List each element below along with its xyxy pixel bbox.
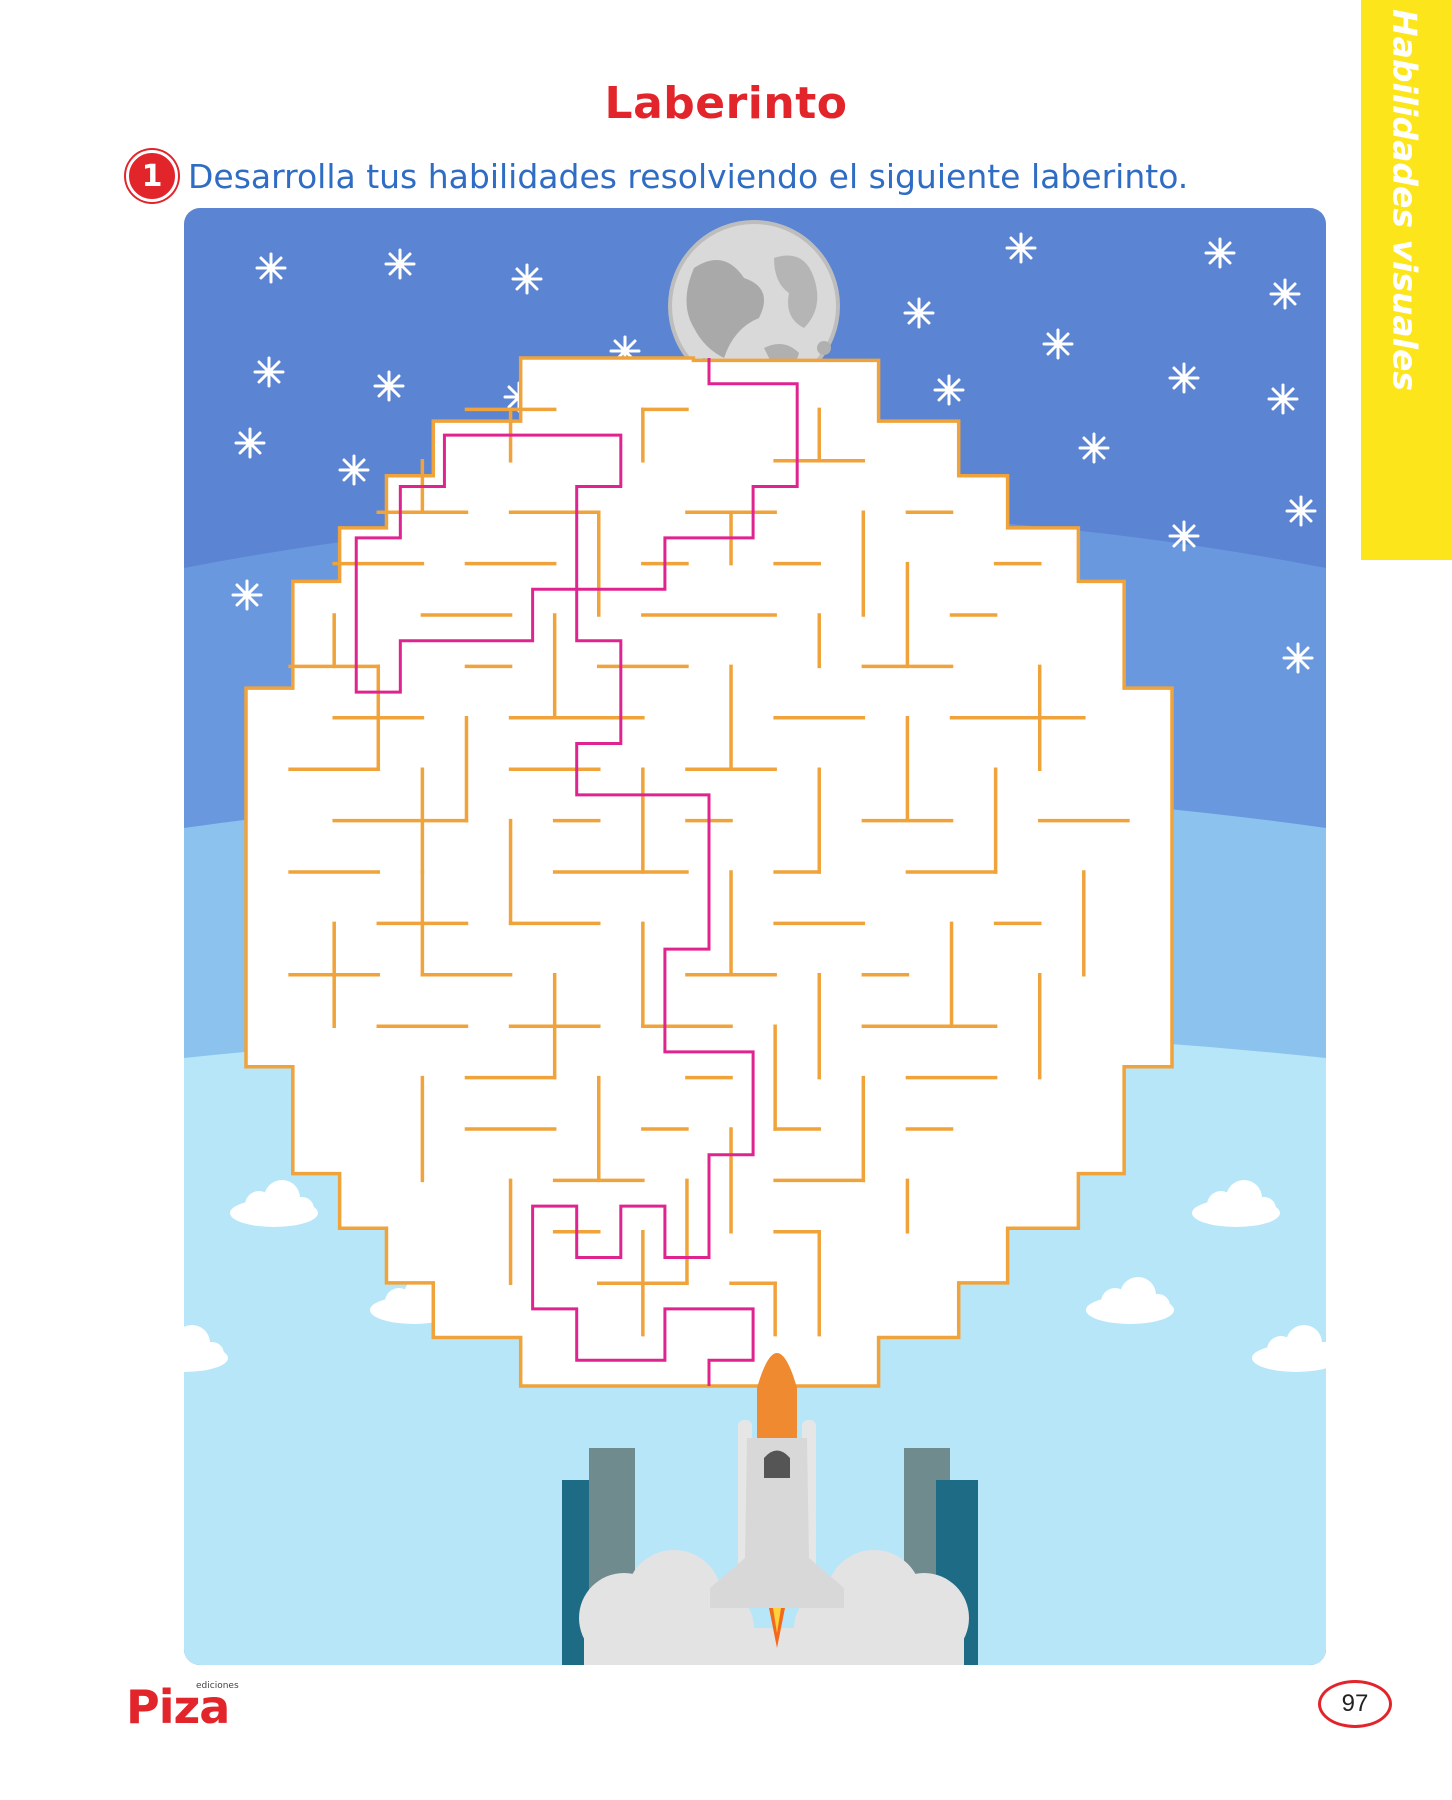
page-title: Laberinto [604, 78, 848, 129]
star-icon [1042, 328, 1074, 360]
star-icon [1168, 362, 1200, 394]
star-icon [1285, 495, 1317, 527]
star-icon [255, 252, 287, 284]
star-icon [1204, 237, 1236, 269]
maze-scene [184, 208, 1326, 1665]
star-icon [903, 297, 935, 329]
star-icon [384, 248, 416, 280]
star-icon [338, 454, 370, 486]
star-icon [1282, 642, 1314, 674]
star-icon [373, 370, 405, 402]
star-icon [1078, 432, 1110, 464]
star-icon [511, 263, 543, 295]
star-icon [1269, 278, 1301, 310]
star-icon [231, 579, 263, 611]
instruction-row: 1 Desarrolla tus habilidades resolviendo… [126, 150, 1188, 202]
publisher-logo: Piza [126, 1680, 230, 1734]
star-icon [1267, 383, 1299, 415]
star-icon [253, 356, 285, 388]
star-icon [1005, 232, 1037, 264]
page-number: 97 [1318, 1680, 1392, 1728]
side-tab-label: Habilidades visuales [1385, 8, 1425, 392]
instruction-text: Desarrolla tus habilidades resolviendo e… [188, 156, 1189, 196]
star-icon [1168, 520, 1200, 552]
star-icon [234, 427, 266, 459]
exercise-number-badge: 1 [126, 150, 178, 202]
star-icon [933, 374, 965, 406]
maze-illustration [184, 208, 1326, 1665]
side-tab-label-wrap: Habilidades visuales [1358, 0, 1452, 560]
